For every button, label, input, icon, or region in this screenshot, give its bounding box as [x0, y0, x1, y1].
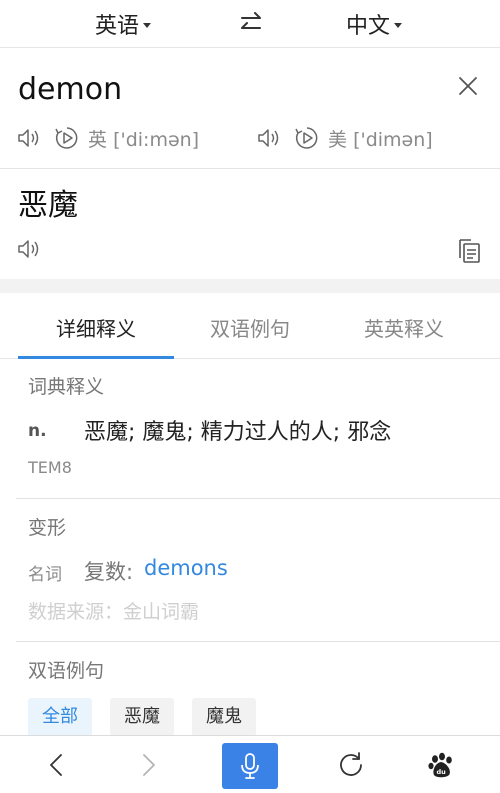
play-slow-icon[interactable]: [294, 125, 320, 151]
forward-icon[interactable]: [133, 750, 163, 780]
speaker-icon[interactable]: [16, 236, 42, 262]
divider: [0, 168, 500, 169]
plural-form-link[interactable]: demons: [144, 556, 228, 580]
phonetic-uk: ['di:mən]: [113, 128, 200, 151]
translated-word: 恶魔: [18, 188, 78, 223]
phonetic-us: ['dimən]: [353, 128, 433, 151]
copy-icon[interactable]: [456, 235, 482, 265]
target-language-label: 中文: [346, 14, 391, 39]
back-icon[interactable]: [42, 750, 72, 780]
source-language-label: 英语: [95, 14, 140, 39]
tab-detailed[interactable]: 详细释义: [16, 313, 176, 342]
active-tab-indicator: [18, 356, 174, 359]
microphone-icon: [241, 753, 259, 779]
play-slow-icon[interactable]: [54, 125, 80, 151]
refresh-icon[interactable]: [336, 750, 366, 780]
divider: [16, 641, 500, 642]
voice-input-button[interactable]: [222, 743, 278, 789]
tab-english-definitions[interactable]: 英英释义: [324, 313, 484, 342]
filter-chip-all[interactable]: 全部: [28, 698, 92, 736]
bottom-navigation: du: [0, 735, 500, 793]
target-language-select[interactable]: 中文: [346, 8, 403, 40]
speaker-icon[interactable]: [16, 125, 42, 151]
word-class-label: 名词: [28, 565, 62, 585]
tab-bilingual-examples[interactable]: 双语例句: [170, 313, 330, 342]
swap-icon[interactable]: [236, 10, 266, 36]
baidu-paw-icon[interactable]: du: [426, 750, 456, 780]
exam-tag: TEM8: [28, 458, 72, 477]
plural-label: 复数:: [84, 560, 134, 584]
filter-chip-devil[interactable]: 魔鬼: [192, 698, 256, 736]
section-separator: [0, 279, 500, 293]
pronunciation-region-us: 美: [328, 128, 348, 151]
tab-bar: 详细释义 双语例句 英英释义: [0, 293, 500, 359]
part-of-speech: n.: [28, 421, 47, 441]
filter-chip-demon[interactable]: 恶魔: [110, 698, 174, 736]
caret-down-icon: [394, 23, 403, 28]
svg-text:du: du: [437, 768, 447, 776]
divider: [16, 498, 500, 499]
pronunciation-uk: 英 ['di:mən]: [16, 123, 199, 153]
dictionary-section-title: 词典释义: [28, 376, 105, 398]
speaker-icon[interactable]: [256, 125, 282, 151]
close-icon[interactable]: [456, 74, 480, 98]
language-bar: 英语 中文: [0, 0, 500, 48]
source-word: demon: [18, 72, 123, 107]
pronunciation-region-uk: 英: [88, 128, 108, 151]
pronunciation-us: 美 ['dimən]: [256, 123, 433, 153]
definition-text: 恶魔; 魔鬼; 精力过人的人; 邪念: [84, 420, 392, 445]
examples-section-title: 双语例句: [28, 660, 105, 682]
morphology-section-title: 变形: [28, 517, 67, 539]
data-source: 数据来源：金山词霸: [28, 601, 200, 623]
source-language-select[interactable]: 英语: [95, 8, 152, 40]
caret-down-icon: [143, 23, 152, 28]
